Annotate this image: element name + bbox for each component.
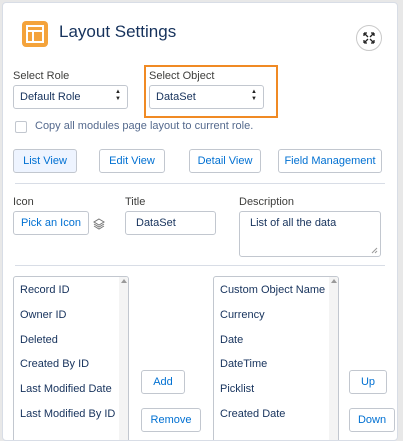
description-value: List of all the data — [250, 217, 337, 229]
scroll-up-icon[interactable] — [331, 279, 337, 283]
list-item[interactable]: Currency — [220, 309, 265, 321]
remove-button[interactable]: Remove — [141, 408, 201, 432]
layout-icon — [22, 21, 48, 47]
scrollbar[interactable] — [119, 277, 128, 440]
description-textarea[interactable]: List of all the data — [239, 211, 381, 257]
layers-icon — [93, 218, 105, 230]
select-role-value: Default Role — [20, 91, 81, 103]
select-role-label: Select Role — [13, 70, 70, 82]
title-input[interactable]: DataSet — [125, 211, 216, 235]
list-item[interactable]: Last Modified By ID — [20, 408, 115, 420]
list-item[interactable]: Picklist — [220, 383, 254, 395]
tab-detail-view[interactable]: Detail View — [189, 149, 261, 173]
copy-layout-checkbox[interactable] — [15, 121, 27, 133]
divider — [15, 265, 385, 266]
icon-label: Icon — [13, 196, 34, 208]
list-item[interactable]: Created Date — [220, 408, 285, 420]
list-item[interactable]: Last Modified Date — [20, 383, 112, 395]
page-title: Layout Settings — [59, 22, 177, 41]
select-object-dropdown[interactable]: DataSet ▲ ▼ — [149, 85, 264, 109]
divider — [15, 183, 385, 184]
select-arrows-icon: ▲ ▼ — [115, 89, 121, 102]
scroll-up-icon[interactable] — [121, 279, 127, 283]
list-item[interactable]: Record ID — [20, 284, 70, 296]
expand-icon — [363, 32, 375, 44]
tab-list-view[interactable]: List View — [13, 149, 77, 173]
list-item[interactable]: Created By ID — [20, 358, 89, 370]
scrollbar[interactable] — [329, 277, 338, 440]
title-label: Title — [125, 196, 146, 208]
expand-button[interactable] — [356, 25, 382, 51]
list-item[interactable]: DateTime — [220, 358, 267, 370]
copy-layout-label: Copy all modules page layout to current … — [35, 120, 254, 132]
select-object-value: DataSet — [156, 91, 196, 103]
layout-settings-panel: Layout Settings Select Role Default Role… — [2, 2, 398, 441]
list-item[interactable]: Custom Object Name — [220, 284, 325, 296]
resize-handle-icon[interactable] — [371, 247, 378, 254]
available-fields-list[interactable]: Record ID Owner ID Deleted Created By ID… — [13, 276, 129, 440]
list-item[interactable]: Date — [220, 334, 243, 346]
list-item[interactable]: Owner ID — [20, 309, 66, 321]
select-object-label: Select Object — [149, 70, 215, 82]
move-down-button[interactable]: Down — [349, 408, 395, 432]
selected-fields-list[interactable]: Custom Object Name Currency Date DateTim… — [213, 276, 339, 440]
add-button[interactable]: Add — [141, 370, 185, 394]
tab-field-management[interactable]: Field Management — [278, 149, 382, 173]
move-up-button[interactable]: Up — [349, 370, 387, 394]
tab-edit-view[interactable]: Edit View — [99, 149, 165, 173]
pick-icon-button[interactable]: Pick an Icon — [13, 211, 89, 235]
list-item[interactable]: Deleted — [20, 334, 58, 346]
select-role-dropdown[interactable]: Default Role ▲ ▼ — [13, 85, 128, 109]
description-label: Description — [239, 196, 295, 208]
select-arrows-icon: ▲ ▼ — [251, 89, 257, 102]
